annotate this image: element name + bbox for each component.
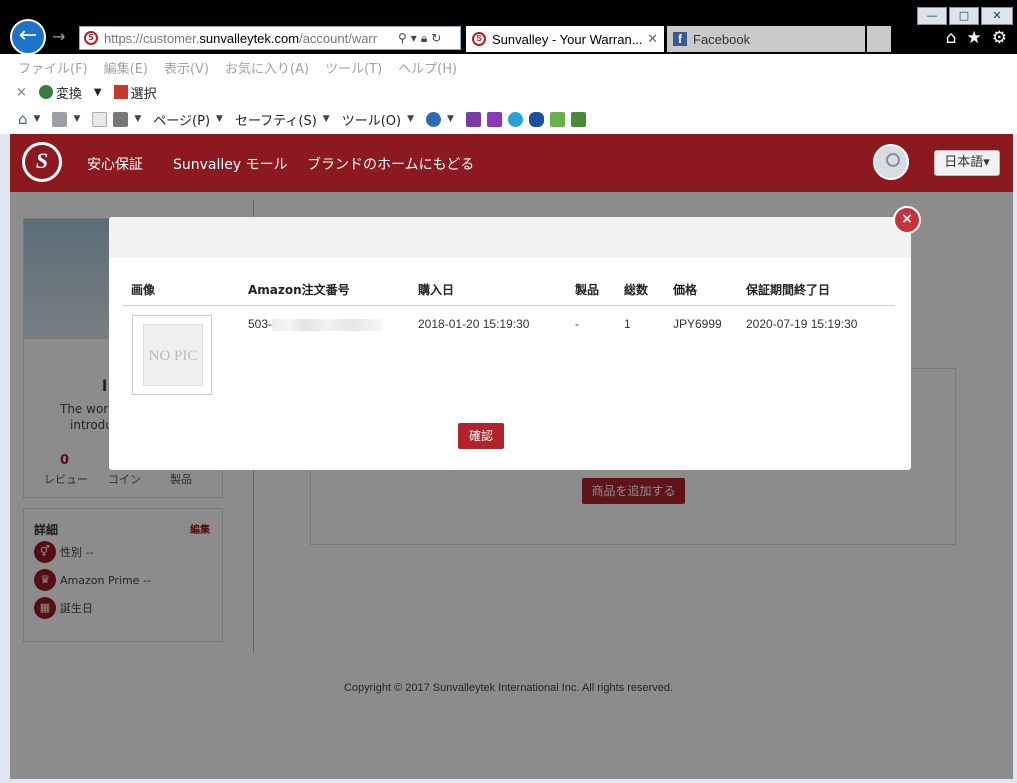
nav-warranty[interactable]: 安心保証 (87, 154, 143, 174)
order-number: 503- (248, 317, 383, 331)
warranty-end-date: 2020-07-19 15:19:30 (746, 317, 858, 331)
col-order-number: Amazon注文番号 (248, 283, 350, 297)
col-quantity: 総数 (624, 283, 649, 297)
url-domain: sunvalleytek.com (199, 30, 300, 46)
pdf-select-icon (113, 85, 128, 99)
tab-close-icon[interactable]: ✕ (647, 31, 658, 47)
no-pic-placeholder: NO PIC (143, 324, 203, 386)
home-dropdown-icon[interactable]: ▼ (34, 114, 41, 124)
home-icon[interactable]: ⌂ (18, 110, 28, 128)
warranty-modal: 画像 Amazon注文番号 購入日 製品 総数 価格 保証期間終了日 NO PI… (109, 217, 911, 470)
settings-gear-icon[interactable]: ⚙ (992, 28, 1007, 48)
tools-menu[interactable]: ツール(O) (342, 110, 401, 129)
print-icon[interactable] (113, 111, 129, 127)
price: JPY6999 (673, 317, 722, 331)
new-tab-button[interactable] (867, 26, 891, 52)
safety-menu[interactable]: セーフティ(S) (235, 110, 317, 129)
rss-feed-icon[interactable] (52, 111, 68, 127)
url-text: https://customer.sunvalleytek.com/accoun… (104, 31, 394, 46)
modal-close-icon[interactable]: × (893, 206, 921, 234)
facebook-icon: f (673, 32, 687, 46)
url-prefix: https://customer. (104, 30, 200, 46)
col-price: 価格 (673, 283, 698, 297)
menu-bar: ファイル(F) 編集(E) 表示(V) お気に入り(A) ツール(T) ヘルプ(… (0, 54, 1017, 80)
product-name: - (575, 317, 579, 331)
window-controls: — □ ✕ (917, 7, 1013, 25)
onenote-icon[interactable] (486, 111, 502, 127)
onenote-send-icon[interactable] (465, 111, 481, 127)
nav-brand-home[interactable]: ブランドのホームにもどる (307, 154, 474, 174)
sunvalley-logo[interactable]: S (22, 142, 62, 182)
tools-dropdown-icon[interactable]: ▼ (407, 114, 414, 124)
menu-edit[interactable]: 編集(E) (104, 58, 148, 77)
favorites-star-icon[interactable]: ★ (967, 28, 982, 48)
bluetooth-icon[interactable] (528, 111, 544, 127)
tab-facebook[interactable]: f Facebook (667, 26, 865, 52)
page-menu[interactable]: ページ(P) (153, 110, 210, 129)
page-dropdown-icon[interactable]: ▼ (216, 114, 223, 124)
site-header: S 安心保証 Sunvalley モール ブランドのホームにもどる 日本語▾ (10, 134, 1013, 192)
confirm-button[interactable]: 確認 (458, 423, 504, 449)
purchase-date: 2018-01-20 15:19:30 (418, 317, 530, 331)
help-dropdown-icon[interactable]: ▼ (447, 114, 454, 124)
favbar-close-icon[interactable]: × (16, 85, 27, 100)
nav-mall[interactable]: Sunvalley モール (173, 154, 288, 174)
menu-help[interactable]: ヘルプ(H) (398, 58, 457, 77)
menu-file[interactable]: ファイル(F) (18, 58, 88, 77)
maximize-button[interactable]: □ (949, 7, 979, 25)
convert-icon (38, 85, 53, 99)
sunvalley-favicon-icon: S (472, 32, 486, 46)
menu-tools[interactable]: ツール(T) (325, 58, 382, 77)
browser-chrome: — □ ✕ ← → S https://customer.sunvalleyte… (0, 0, 1017, 55)
user-avatar-icon[interactable] (873, 144, 909, 180)
col-purchase-date: 購入日 (418, 283, 455, 297)
convert-dropdown-icon[interactable]: ▼ (94, 87, 102, 98)
minimize-button[interactable]: — (917, 7, 947, 25)
convert-button[interactable]: 変換 (56, 83, 82, 102)
tab-sunvalley[interactable]: S Sunvalley - Your Warran... ✕ (466, 26, 664, 52)
tab-label: Sunvalley - Your Warran... (492, 31, 643, 47)
forward-arrow-icon[interactable]: → (52, 27, 65, 46)
tab-label: Facebook (693, 31, 751, 47)
mail-icon[interactable] (92, 111, 108, 127)
col-warranty-end: 保証期間終了日 (746, 283, 831, 297)
lock-icon[interactable]: 🔒︎ (421, 31, 427, 46)
browser-toolbar-right: ⌂ ★ ⚙ (946, 28, 1007, 48)
dropdown-icon[interactable]: ▾ (411, 31, 417, 45)
address-bar[interactable]: S https://customer.sunvalleytek.com/acco… (79, 26, 461, 50)
safety-dropdown-icon[interactable]: ▼ (323, 114, 330, 124)
refresh-icon[interactable]: ↻ (431, 31, 441, 45)
help-icon[interactable] (426, 111, 442, 127)
url-suffix: /account/warr (299, 30, 378, 46)
table-header-divider (123, 305, 895, 306)
menu-favorites[interactable]: お気に入り(A) (225, 58, 309, 77)
order-number-redacted (272, 318, 383, 331)
site-favicon-icon: S (84, 31, 98, 45)
evernote-icon[interactable] (570, 111, 586, 127)
select-button[interactable]: 選択 (131, 83, 157, 102)
order-number-prefix: 503- (248, 317, 273, 331)
quantity: 1 (624, 317, 631, 331)
language-dropdown[interactable]: 日本語▾ (934, 150, 1000, 176)
command-bar: ⌂ ▼ ▼ ▼ ページ(P) ▼ セーフティ(S) ▼ ツール(O) ▼ ▼ (0, 104, 1017, 134)
share-icon[interactable] (549, 111, 565, 127)
favorites-bar: × 変換 ▼ 選択 (0, 80, 1017, 104)
col-image: 画像 (131, 283, 156, 297)
home-icon[interactable]: ⌂ (946, 28, 957, 48)
modal-header (109, 217, 911, 258)
rss-dropdown-icon[interactable]: ▼ (73, 114, 80, 124)
col-product: 製品 (575, 283, 600, 297)
print-dropdown-icon[interactable]: ▼ (134, 114, 141, 124)
skype-icon[interactable] (507, 111, 523, 127)
product-image: NO PIC (132, 315, 212, 395)
language-label: 日本語 (944, 155, 984, 170)
menu-view[interactable]: 表示(V) (164, 58, 209, 77)
window-close-button[interactable]: ✕ (981, 7, 1013, 25)
search-icon[interactable]: ⚲ (398, 31, 407, 45)
back-arrow-icon[interactable]: ← (10, 19, 46, 55)
